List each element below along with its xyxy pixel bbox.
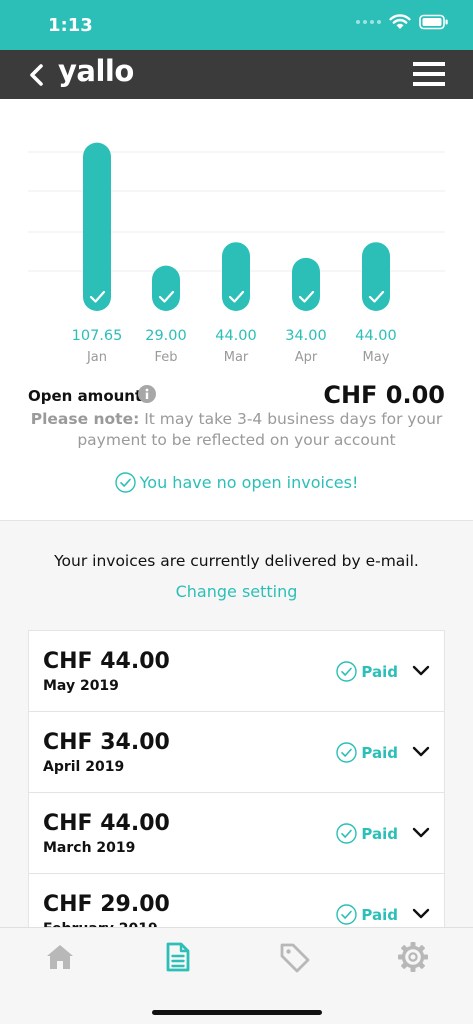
chart-bar-jan xyxy=(83,142,111,311)
invoice-amount: CHF 29.00 xyxy=(43,892,170,917)
payment-note-bold: Please note: xyxy=(30,410,140,428)
home-icon[interactable] xyxy=(43,940,77,974)
no-open-invoices-text: You have no open invoices! xyxy=(139,473,359,492)
invoice-status-label: Paid xyxy=(361,743,398,762)
chart-value-label: 44.00 xyxy=(215,328,257,344)
chart-category-label: Feb xyxy=(154,350,177,365)
invoice-status-label: Paid xyxy=(361,662,398,681)
chart-category-label: Jan xyxy=(86,350,107,365)
delivery-info-text: Your invoices are currently delivered by… xyxy=(54,552,419,570)
gear-icon[interactable] xyxy=(396,940,430,974)
chart-category-label: May xyxy=(363,350,390,365)
invoice-status: Paid xyxy=(336,742,398,763)
home-indicator xyxy=(152,1010,322,1015)
chevron-down-icon[interactable] xyxy=(412,907,430,921)
invoice-document-icon[interactable] xyxy=(160,940,194,974)
open-amount-label: Open amount xyxy=(28,387,143,405)
open-amount-value: CHF 0.00 xyxy=(323,381,445,409)
back-chevron-icon[interactable] xyxy=(26,63,48,87)
info-icon[interactable] xyxy=(138,385,156,403)
summary-section: 107.65 Jan 29.00 Feb 44.00 Mar 34.00 Apr 44.00 Ma… xyxy=(0,99,473,521)
invoice-status: Paid xyxy=(336,904,398,925)
battery-icon xyxy=(419,14,448,30)
invoice-amount: CHF 34.00 xyxy=(43,730,170,755)
chart-bar-feb xyxy=(152,265,180,311)
tag-icon[interactable] xyxy=(278,940,312,974)
check-circle-icon xyxy=(114,472,136,493)
invoice-amount: CHF 44.00 xyxy=(43,649,170,674)
chart-category-label: Mar xyxy=(224,350,249,365)
payment-note: Please note: It may take 3-4 business da… xyxy=(20,409,453,451)
signal-icon xyxy=(356,20,381,24)
status-icons xyxy=(356,14,449,30)
invoice-period: April 2019 xyxy=(43,759,125,775)
invoice-status-label: Paid xyxy=(361,905,398,924)
check-circle-icon xyxy=(336,661,358,682)
wifi-icon xyxy=(389,14,411,29)
invoice-list: CHF 44.00 May 2019 Paid CHF 34.00 April … xyxy=(28,630,445,956)
invoice-status: Paid xyxy=(336,823,398,844)
hamburger-menu-icon[interactable] xyxy=(413,60,445,88)
invoice-status: Paid xyxy=(336,661,398,682)
chevron-down-icon[interactable] xyxy=(412,745,430,759)
chevron-down-icon[interactable] xyxy=(412,664,430,678)
invoice-row-april-2019[interactable]: CHF 34.00 April 2019 Paid xyxy=(29,712,444,793)
chart-value-label: 107.65 xyxy=(72,328,123,344)
check-circle-icon xyxy=(336,904,358,925)
invoice-period: May 2019 xyxy=(43,678,119,694)
invoice-period: March 2019 xyxy=(43,840,136,856)
monthly-bar-chart: 107.65 Jan 29.00 Feb 44.00 Mar 34.00 Apr 44.00 Ma… xyxy=(28,142,445,365)
invoice-row-may-2019[interactable]: CHF 44.00 May 2019 Paid xyxy=(29,631,444,712)
chart-value-label: 44.00 xyxy=(355,328,397,344)
chevron-down-icon[interactable] xyxy=(412,826,430,840)
no-open-invoices-message: You have no open invoices! xyxy=(0,472,473,493)
chart-value-label: 29.00 xyxy=(145,328,187,344)
status-bar: 1:13 xyxy=(0,0,473,50)
brand-logo: yallo xyxy=(58,54,134,88)
change-setting-link[interactable]: Change setting xyxy=(0,582,473,601)
status-time: 1:13 xyxy=(48,15,93,36)
chart-category-label: Apr xyxy=(295,350,318,365)
invoice-status-label: Paid xyxy=(361,824,398,843)
nav-bar: yallo xyxy=(0,50,473,99)
chart-value-label: 34.00 xyxy=(285,328,327,344)
check-circle-icon xyxy=(336,742,358,763)
invoice-row-march-2019[interactable]: CHF 44.00 March 2019 Paid xyxy=(29,793,444,874)
chart-bar-apr xyxy=(292,257,320,311)
invoice-amount: CHF 44.00 xyxy=(43,811,170,836)
check-circle-icon xyxy=(336,823,358,844)
